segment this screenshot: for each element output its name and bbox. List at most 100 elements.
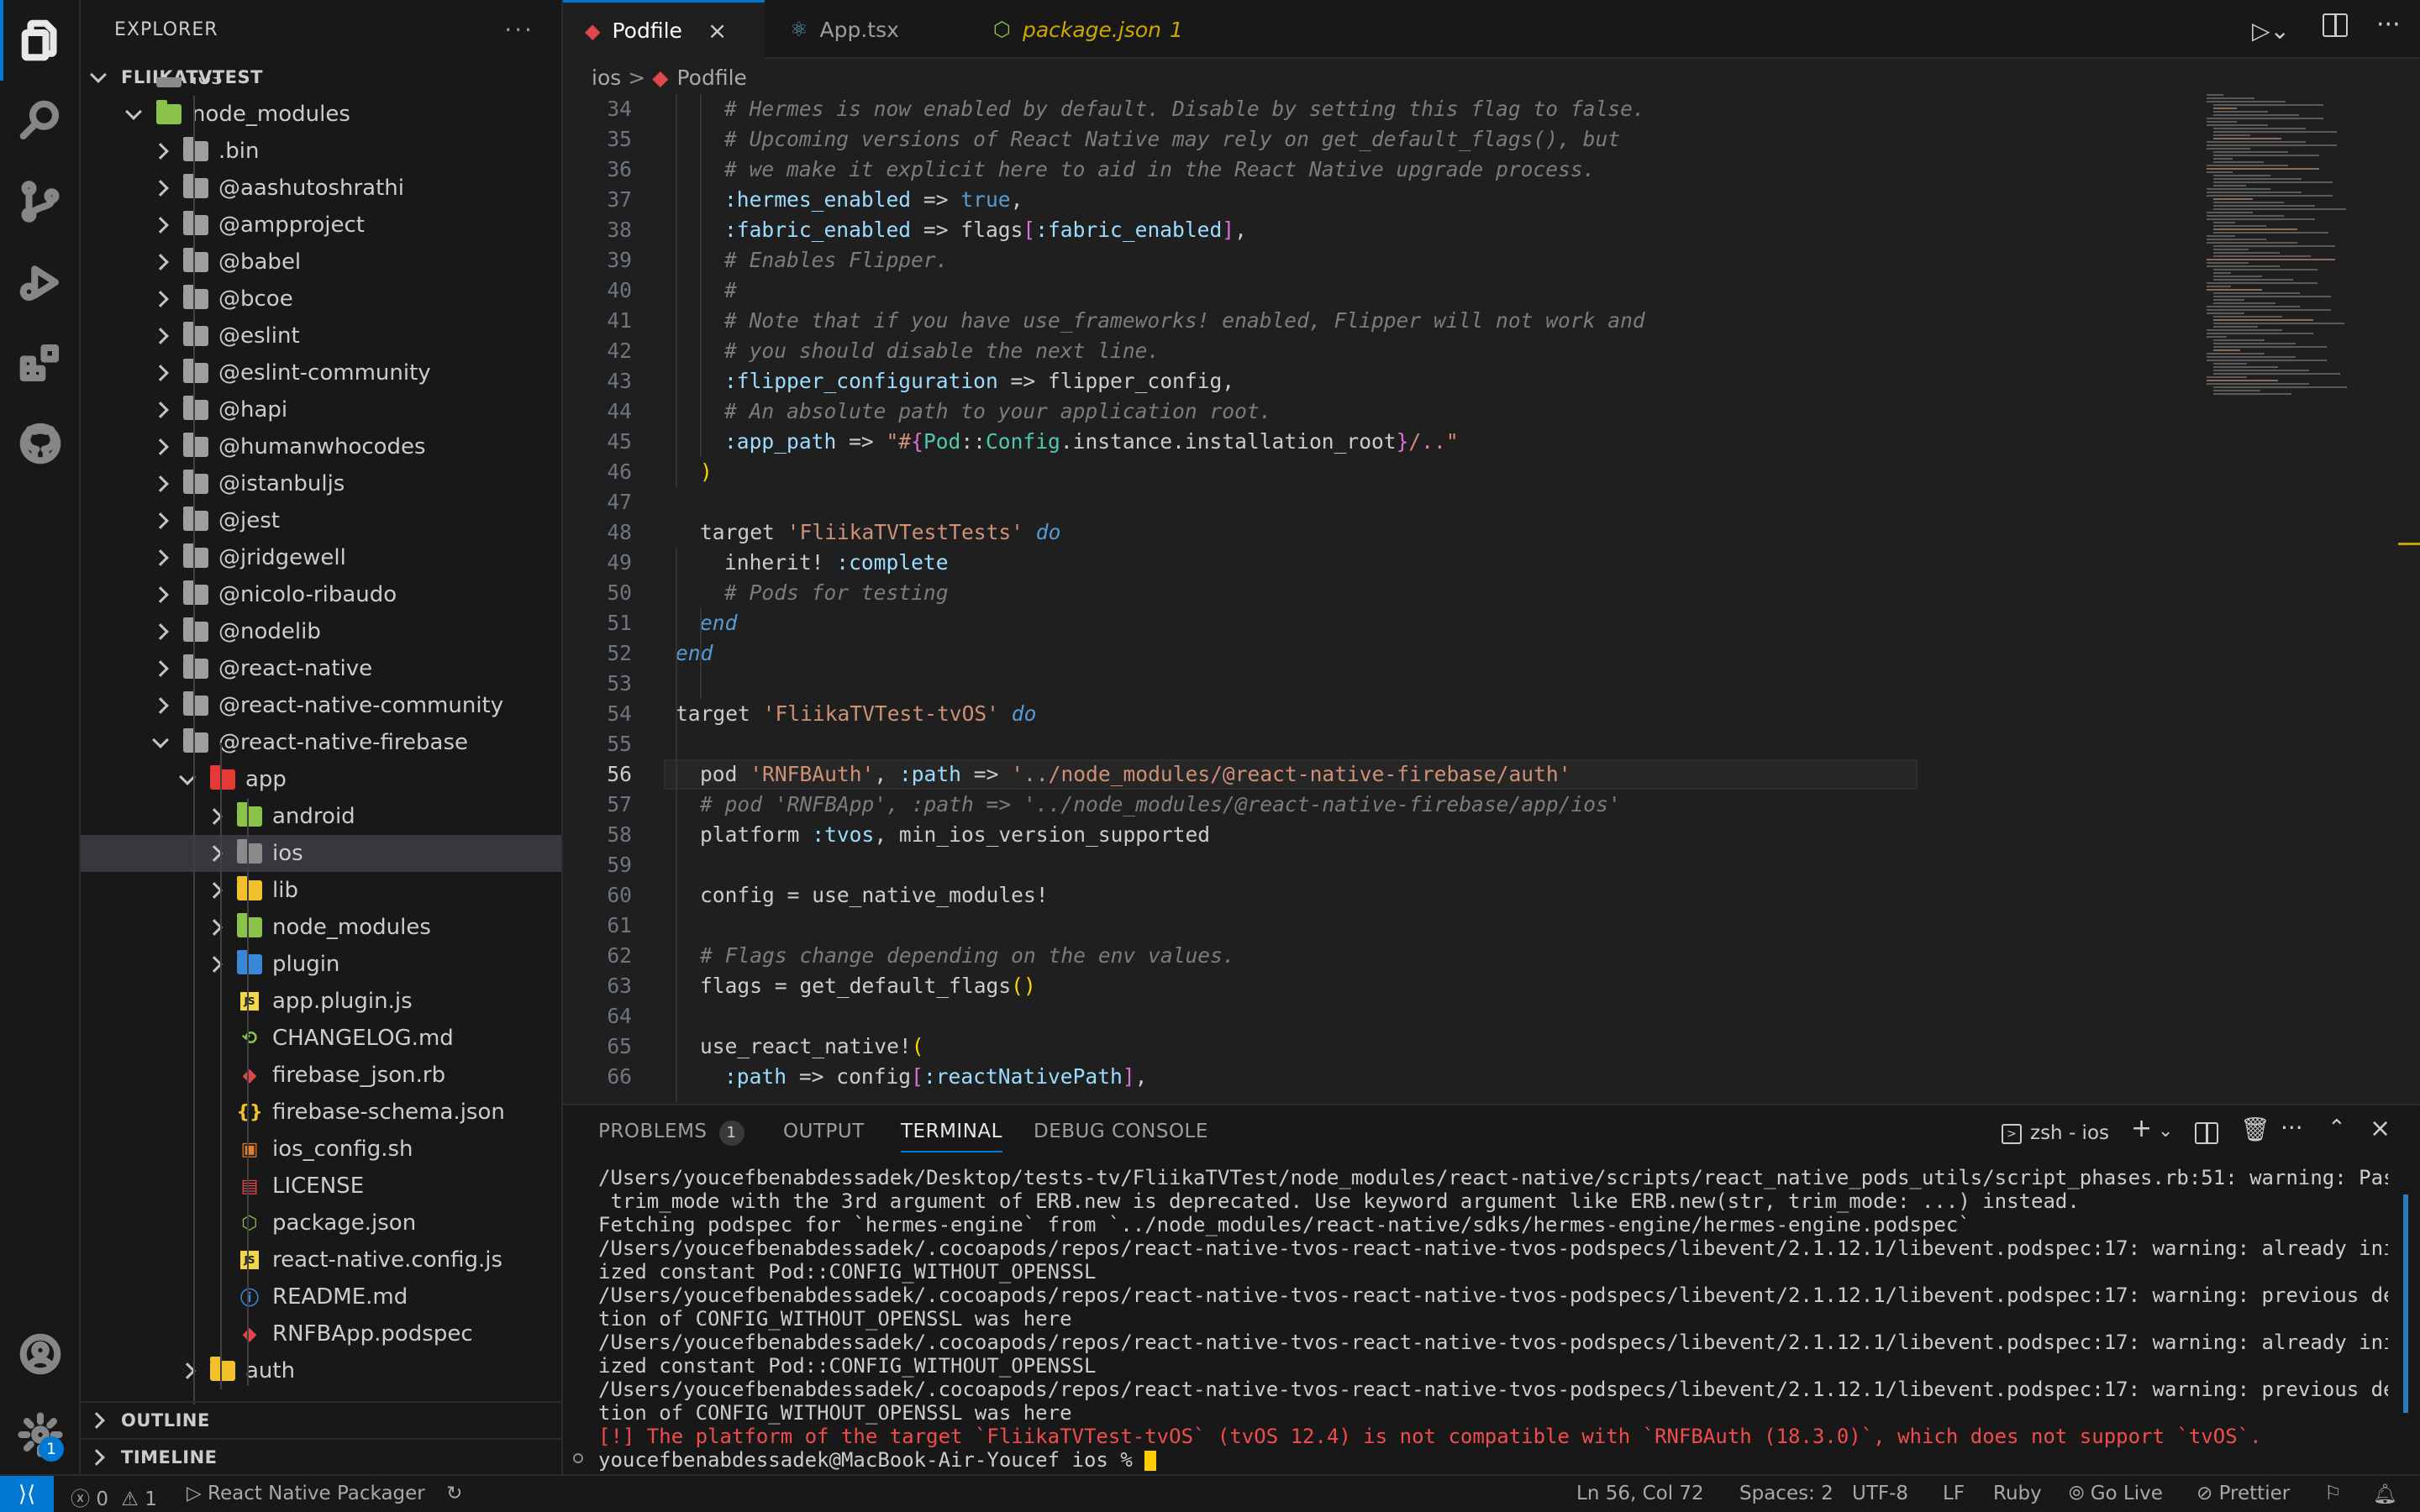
trash-icon[interactable]: 🗑 bbox=[2240, 1116, 2270, 1143]
minimap-line bbox=[2207, 165, 2288, 166]
minimap-line bbox=[2213, 138, 2281, 139]
code-line: # An absolute path to your application r… bbox=[724, 399, 1272, 423]
prettier-status[interactable]: ⊘ Prettier bbox=[2196, 1483, 2290, 1504]
feedback-icon[interactable]: ⚐ bbox=[2324, 1483, 2342, 1504]
cursor-position[interactable]: Ln 56, Col 72 bbox=[1576, 1483, 1704, 1504]
timeline-section[interactable]: TIMELINE bbox=[81, 1438, 561, 1474]
folder-icon bbox=[183, 580, 208, 606]
tree-item[interactable]: @aashutoshrathi bbox=[81, 170, 561, 207]
tree-item[interactable]: @jridgewell bbox=[81, 539, 561, 576]
indentation-status[interactable]: Spaces: 2 bbox=[1739, 1483, 1833, 1504]
breadcrumb-folder[interactable]: ios bbox=[592, 66, 621, 90]
more-actions-icon[interactable]: ··· bbox=[2376, 10, 2401, 39]
tree-item[interactable]: @babel bbox=[81, 244, 561, 281]
problems-status[interactable]: ⓧ 0 ⚠ 1 bbox=[71, 1483, 157, 1511]
tree-item[interactable]: @ampproject bbox=[81, 207, 561, 244]
tree-item[interactable]: @nicolo-ribaudo bbox=[81, 576, 561, 613]
run-debug-icon[interactable] bbox=[0, 242, 81, 323]
code-line: platform :tvos, min_ios_version_supporte… bbox=[700, 822, 1211, 847]
tree-item[interactable]: ◆ RNFBApp.podspec bbox=[81, 1315, 561, 1352]
run-debug-dropdown-icon[interactable]: ▷⌄ bbox=[2252, 17, 2290, 45]
tab-app-tsx[interactable]: ⚛ App.tsx bbox=[765, 0, 970, 59]
terminal-prompt-line[interactable]: youcefbenabdessadek@MacBook-Air-Youcef i… bbox=[598, 1448, 2388, 1472]
tree-item[interactable]: android bbox=[81, 798, 561, 835]
more-actions-icon[interactable]: ··· bbox=[2281, 1114, 2303, 1142]
tree-item[interactable]: JS app.plugin.js bbox=[81, 983, 561, 1020]
tree-item[interactable]: ◆ firebase_json.rb bbox=[81, 1057, 561, 1094]
react-native-packager-status[interactable]: ▷ React Native Packager ↻ bbox=[187, 1483, 462, 1504]
tree-item[interactable]: @nodelib bbox=[81, 613, 561, 650]
split-editor-icon[interactable] bbox=[2323, 13, 2348, 37]
code-editor[interactable]: 34 # Hermes is now enabled by default. Di… bbox=[563, 94, 2420, 1102]
github-icon[interactable] bbox=[0, 403, 81, 484]
tree-item[interactable]: @eslint-community bbox=[81, 354, 561, 391]
tree-item[interactable]: node_modules bbox=[81, 96, 561, 133]
split-terminal-icon[interactable] bbox=[2195, 1122, 2218, 1144]
terminal-shell-selector[interactable]: > zsh - ios bbox=[2002, 1122, 2109, 1144]
tab-output[interactable]: OUTPUT bbox=[783, 1121, 865, 1142]
tree-item[interactable]: plugin bbox=[81, 946, 561, 983]
maximize-panel-icon[interactable]: ⌃ bbox=[2328, 1116, 2346, 1141]
folder-shape bbox=[183, 470, 208, 494]
tree-item[interactable]: ⬡ package.json bbox=[81, 1205, 561, 1242]
tree-item[interactable]: ▤ LICENSE bbox=[81, 1168, 561, 1205]
tree-item[interactable]: lib bbox=[81, 872, 561, 909]
remote-indicator-icon[interactable]: ⟩⟨ bbox=[0, 1476, 54, 1512]
account-icon[interactable] bbox=[0, 1314, 81, 1394]
breadcrumb-file[interactable]: Podfile bbox=[676, 66, 746, 90]
minimap-line bbox=[2207, 118, 2323, 119]
new-terminal-icon[interactable]: + bbox=[2131, 1114, 2152, 1143]
outline-section[interactable]: OUTLINE bbox=[81, 1401, 561, 1438]
tree-item[interactable]: @hapi bbox=[81, 391, 561, 428]
tree-item-label: @humanwhocodes bbox=[218, 434, 426, 459]
tree-item[interactable]: @istanbuljs bbox=[81, 465, 561, 502]
tree-item[interactable]: node_modules bbox=[81, 909, 561, 946]
tree-item[interactable]: @react-native-community bbox=[81, 687, 561, 724]
more-actions-icon[interactable]: ··· bbox=[504, 16, 534, 44]
tree-item[interactable]: @eslint bbox=[81, 318, 561, 354]
tree-item[interactable]: @react-native-firebase bbox=[81, 724, 561, 761]
settings-gear-icon[interactable]: 1 bbox=[0, 1394, 81, 1475]
explorer-files-icon[interactable] bbox=[0, 0, 81, 81]
tab-package-json[interactable]: ⬡ package.json 1 bbox=[970, 0, 1222, 59]
tree-item[interactable]: .bin bbox=[81, 133, 561, 170]
tree-item[interactable]: ios bbox=[81, 835, 561, 872]
close-panel-icon[interactable]: × bbox=[2370, 1114, 2391, 1143]
tree-item[interactable]: ⓘ README.md bbox=[81, 1278, 561, 1315]
minimap-line bbox=[2213, 232, 2328, 234]
tree-item[interactable]: @jest bbox=[81, 502, 561, 539]
encoding-status[interactable]: UTF-8 bbox=[1852, 1483, 1908, 1504]
tree-item[interactable]: {} firebase-schema.json bbox=[81, 1094, 561, 1131]
eol-status[interactable]: LF bbox=[1943, 1483, 1965, 1504]
search-icon[interactable] bbox=[0, 81, 81, 161]
command-decoration-icon[interactable] bbox=[573, 1453, 583, 1463]
tree-item[interactable]: ⟲ CHANGELOG.md bbox=[81, 1020, 561, 1057]
tree-item[interactable]: JS react-native.config.js bbox=[81, 1242, 561, 1278]
tab-podfile[interactable]: ◆ Podfile × bbox=[563, 0, 765, 59]
chevron-down-icon[interactable]: ⌄ bbox=[2158, 1121, 2173, 1142]
close-tab-icon[interactable]: × bbox=[708, 17, 727, 45]
tree-item[interactable]: @bcoe bbox=[81, 281, 561, 318]
tree-item[interactable]: ios bbox=[81, 77, 561, 96]
terminal-output[interactable]: /Users/youcefbenabdessadek/Desktop/tests… bbox=[573, 1166, 2388, 1472]
indent-guide bbox=[676, 638, 677, 1102]
tab-debug-console[interactable]: DEBUG CONSOLE bbox=[1034, 1121, 1208, 1142]
tab-terminal[interactable]: TERMINAL bbox=[901, 1121, 1002, 1152]
minimap[interactable] bbox=[2200, 94, 2351, 413]
tree-item-label: react-native.config.js bbox=[272, 1247, 502, 1273]
source-control-icon[interactable] bbox=[0, 161, 81, 242]
go-live-button[interactable]: ⦾ Go Live bbox=[2069, 1483, 2163, 1504]
tab-problems[interactable]: PROBLEMS 1 bbox=[598, 1121, 744, 1146]
scrollbar-warning-marker bbox=[2398, 543, 2420, 545]
extensions-icon[interactable] bbox=[0, 323, 81, 403]
language-mode[interactable]: Ruby bbox=[1993, 1483, 2042, 1504]
tree-item[interactable]: @humanwhocodes bbox=[81, 428, 561, 465]
tree-item[interactable]: @react-native bbox=[81, 650, 561, 687]
terminal-scrollbar[interactable] bbox=[2403, 1194, 2408, 1413]
code-line: # Enables Flipper. bbox=[724, 248, 949, 272]
tree-item[interactable]: auth bbox=[81, 1352, 561, 1389]
tree-item[interactable]: ▣ ios_config.sh bbox=[81, 1131, 561, 1168]
tree-item[interactable]: app bbox=[81, 761, 561, 798]
line-number: 38 bbox=[607, 218, 632, 242]
notifications-bell-icon[interactable]: 🔔︎ bbox=[2373, 1483, 2397, 1505]
